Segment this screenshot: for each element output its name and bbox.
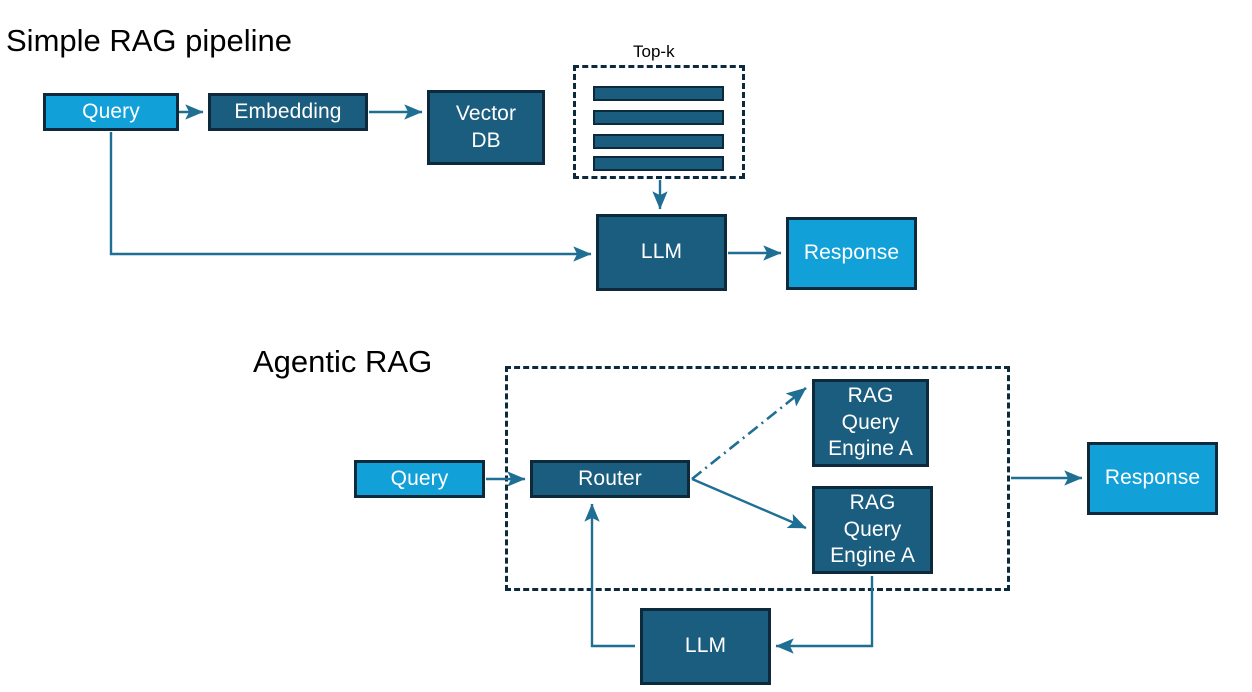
agentic-query-node[interactable]: Query [354,460,485,498]
topk-result-bar [593,156,724,171]
simple-response-node[interactable]: Response [786,217,917,290]
engine-top-label-line3: Engine A [828,437,913,461]
agentic-rag-query-engine-top[interactable]: RAG Query Engine A [812,379,929,467]
agentic-router-node[interactable]: Router [530,460,690,498]
vector-db-label-line1: Vector [455,101,517,125]
topk-result-bar [593,110,724,125]
engine-top-label-line1: RAG [847,383,894,407]
engine-bottom-label-line2: Query [843,517,902,541]
diagram-canvas: Simple RAG pipeline Query Embedding Vect… [0,0,1252,692]
simple-query-node[interactable]: Query [43,93,179,131]
simple-llm-node[interactable]: LLM [596,214,727,291]
simple-embedding-node[interactable]: Embedding [208,93,368,131]
agentic-rag-query-engine-bottom[interactable]: RAG Query Engine A [812,486,933,574]
topk-label: Top-k [633,42,675,61]
engine-top-label-line2: Query [841,410,900,434]
agentic-response-node[interactable]: Response [1087,442,1218,515]
agentic-llm-node[interactable]: LLM [640,608,771,685]
topk-result-bar [593,134,724,149]
topk-result-bar [593,86,724,101]
simple-rag-title: Simple RAG pipeline [6,23,293,58]
engine-bottom-label-line1: RAG [849,490,896,514]
engine-bottom-label-line3: Engine A [830,544,915,568]
agentic-rag-title: Agentic RAG [253,344,433,379]
simple-vector-db-node[interactable]: Vector DB [427,90,545,165]
vector-db-label-line2: DB [471,128,501,152]
